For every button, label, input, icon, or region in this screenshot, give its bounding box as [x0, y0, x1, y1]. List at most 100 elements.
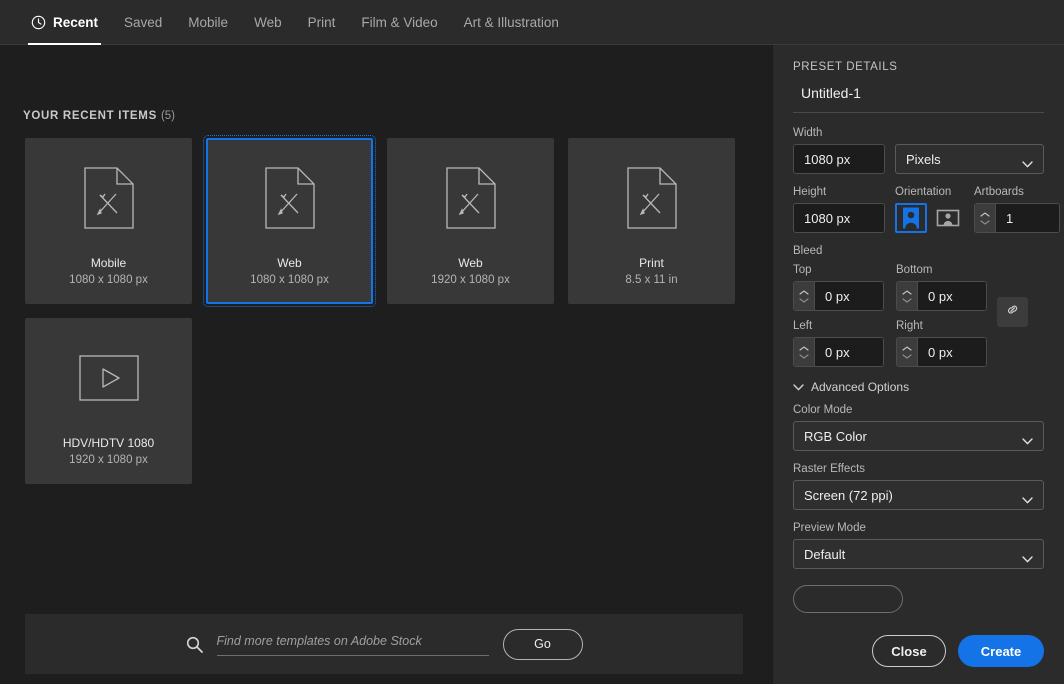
create-button[interactable]: Create [958, 635, 1044, 667]
document-icon [626, 167, 678, 229]
orientation-label: Orientation [895, 186, 952, 198]
raster-effects-select[interactable]: Screen (72 ppi) [793, 480, 1044, 510]
bleed-bottom-stepper-arrows[interactable] [897, 282, 918, 310]
search-field-wrap [216, 632, 489, 656]
bleed-right-input[interactable] [918, 338, 986, 366]
dialog-body: YOUR RECENT ITEMS (5) Mobile 1080 x 1080… [0, 45, 1064, 684]
chevron-down-icon [1022, 492, 1033, 504]
advanced-options-label: Advanced Options [811, 380, 910, 394]
units-value: Pixels [906, 151, 941, 167]
color-mode-label: Color Mode [793, 404, 853, 416]
preview-mode-select[interactable]: Default [793, 539, 1044, 569]
bleed-right-group: Right [896, 320, 987, 367]
chevron-down-icon [902, 297, 912, 303]
stock-search-input[interactable] [216, 634, 489, 648]
card-thumbnail [570, 140, 733, 256]
orientation-portrait-button[interactable] [895, 203, 927, 233]
bleed-left-input[interactable] [815, 338, 883, 366]
tab-film-and-video[interactable]: Film & Video [348, 0, 450, 45]
chevron-down-icon [793, 380, 804, 394]
recent-card-web-1920[interactable]: Web 1920 x 1080 px [387, 138, 554, 304]
recent-card-hdv-hdtv[interactable]: HDV/HDTV 1080 1920 x 1080 px [25, 318, 192, 484]
chevron-up-icon [799, 345, 809, 351]
chevron-down-icon [1022, 433, 1033, 445]
card-thumbnail [27, 320, 190, 436]
bleed-bottom-stepper[interactable] [896, 281, 987, 311]
artboards-input[interactable] [996, 204, 1059, 232]
link-bleed-values-button[interactable] [997, 297, 1028, 327]
chevron-up-icon [902, 345, 912, 351]
advanced-options-toggle[interactable]: Advanced Options [793, 380, 1044, 394]
card-name: Web [458, 256, 483, 270]
chevron-down-icon [980, 219, 990, 225]
recent-card-mobile[interactable]: Mobile 1080 x 1080 px [25, 138, 192, 304]
chevron-up-icon [980, 211, 990, 217]
height-input[interactable] [793, 203, 885, 233]
card-thumbnail [208, 140, 371, 256]
card-dimensions: 1080 x 1080 px [250, 274, 329, 286]
recent-items-grid: Mobile 1080 x 1080 px Web 1080 x 1080 px… [25, 135, 743, 484]
width-row: Width Pixels [793, 127, 1044, 174]
card-dimensions: 8.5 x 11 in [625, 274, 678, 286]
tab-web[interactable]: Web [241, 0, 295, 45]
tab-bar: Recent Saved Mobile Web Print Film & Vid… [0, 0, 1064, 45]
bleed-left-stepper[interactable] [793, 337, 884, 367]
height-label: Height [793, 186, 827, 198]
card-dimensions: 1080 x 1080 px [69, 274, 148, 286]
document-name-input[interactable] [793, 85, 1044, 101]
chevron-up-icon [799, 289, 809, 295]
bleed-left-label: Left [793, 320, 813, 332]
recent-card-print[interactable]: Print 8.5 x 11 in [568, 138, 735, 304]
tab-label: Saved [124, 15, 163, 30]
stock-go-button[interactable]: Go [502, 628, 583, 660]
chevron-down-icon [1022, 156, 1033, 168]
orientation-landscape-button[interactable] [932, 203, 964, 233]
bleed-top-group: Top [793, 264, 884, 311]
artboards-stepper-arrows[interactable] [975, 204, 996, 232]
bleed-top-stepper[interactable] [793, 281, 884, 311]
recent-card-web-1080[interactable]: Web 1080 x 1080 px [203, 135, 376, 307]
bleed-left-group: Left [793, 320, 884, 367]
units-select[interactable]: Pixels [895, 144, 1044, 174]
card-thumbnail [389, 140, 552, 256]
tab-saved[interactable]: Saved [111, 0, 175, 45]
card-dimensions: 1920 x 1080 px [431, 274, 510, 286]
dialog-footer: Close Create [872, 635, 1044, 667]
preview-mode-value: Default [804, 546, 846, 562]
color-mode-select[interactable]: RGB Color [793, 421, 1044, 451]
bleed-fields: Top 0 px Bottom 0 px Left 0 px Right 0 p… [793, 264, 987, 367]
bleed-bottom-input[interactable] [918, 282, 986, 310]
preset-details-scroll: PRESET DETAILS Width Pixels [773, 45, 1064, 618]
bleed-right-label: Right [896, 320, 923, 332]
bleed-bottom-group: Bottom [896, 264, 987, 311]
artboards-stepper[interactable] [974, 203, 1060, 233]
chevron-down-icon [799, 297, 809, 303]
tab-recent[interactable]: Recent [18, 0, 111, 45]
bleed-right-stepper-arrows[interactable] [897, 338, 918, 366]
close-button[interactable]: Close [872, 635, 946, 667]
recent-items-pane: YOUR RECENT ITEMS (5) Mobile 1080 x 1080… [0, 45, 772, 684]
bleed-top-input[interactable] [815, 282, 883, 310]
bleed-right-stepper[interactable] [896, 337, 987, 367]
new-document-dialog: Recent Saved Mobile Web Print Film & Vid… [0, 0, 1064, 684]
bleed-left-stepper-arrows[interactable] [794, 338, 815, 366]
tab-label: Mobile [188, 15, 229, 30]
tab-mobile[interactable]: Mobile [175, 0, 241, 45]
raster-effects-group: Raster Effects Screen (72 ppi) [793, 463, 1044, 510]
tab-print[interactable]: Print [295, 0, 349, 45]
adobe-stock-search-bar: Go [25, 614, 743, 674]
clock-icon [31, 15, 46, 30]
bleed-top-stepper-arrows[interactable] [794, 282, 815, 310]
bleed-top-label: Top [793, 264, 812, 276]
tab-art-and-illustration[interactable]: Art & Illustration [451, 0, 572, 45]
tab-label: Web [254, 15, 282, 30]
width-input[interactable] [793, 144, 885, 174]
recent-items-heading: YOUR RECENT ITEMS (5) [23, 110, 175, 122]
document-name-row [793, 85, 1044, 113]
more-settings-button[interactable] [793, 585, 903, 613]
height-orientation-row: Height Orientation [793, 186, 1060, 233]
color-mode-group: Color Mode RGB Color [793, 404, 1044, 451]
preview-mode-group: Preview Mode Default [793, 522, 1044, 569]
preset-details-title: PRESET DETAILS [793, 61, 898, 73]
document-icon [264, 167, 316, 229]
